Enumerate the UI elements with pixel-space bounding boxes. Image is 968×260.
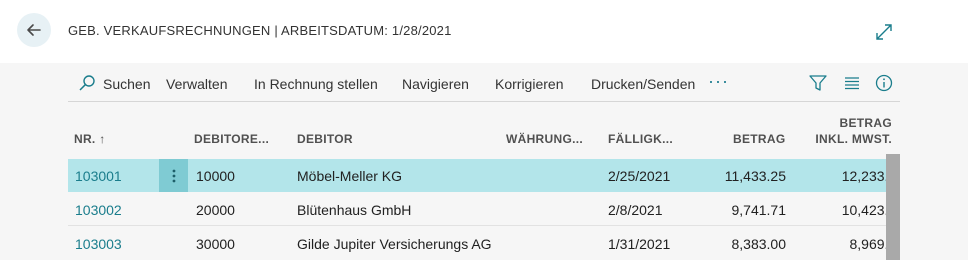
- list-view-icon[interactable]: [842, 73, 862, 93]
- invoice-menu[interactable]: In Rechnung stellen: [254, 76, 378, 92]
- info-icon[interactable]: [874, 73, 894, 93]
- column-amount[interactable]: BETRAG: [733, 132, 785, 146]
- amount-incl-vat-cell: 8,969.81: [849, 236, 887, 252]
- column-customer[interactable]: DEBITOR: [297, 132, 353, 146]
- search-icon[interactable]: [78, 74, 96, 92]
- correct-menu[interactable]: Korrigieren: [495, 76, 563, 92]
- customer-name-cell: Gilde Jupiter Versicherungs AG: [297, 236, 492, 252]
- column-currency[interactable]: WÄHRUNG...: [506, 132, 583, 146]
- page-header: GEB. VERKAUFSRECHNUNGEN | ARBEITSDATUM: …: [0, 0, 968, 63]
- sort-ascending-icon: ↑: [99, 132, 106, 146]
- filter-icon[interactable]: [808, 73, 828, 93]
- customer-no-cell: 20000: [196, 202, 235, 218]
- search-button[interactable]: Suchen: [103, 76, 150, 92]
- table-row[interactable]: 103001 10000 Möbel-Meller KG 2/25/2021 1…: [68, 159, 900, 192]
- column-amount-incl-vat[interactable]: BETRAG INKL. MWST.: [800, 115, 892, 149]
- invoice-no-link[interactable]: 103003: [75, 236, 122, 252]
- customer-name-cell: Blütenhaus GmbH: [297, 202, 412, 218]
- print-send-menu[interactable]: Drucken/Senden: [591, 76, 695, 92]
- column-due-date[interactable]: FÄLLIGK...: [608, 132, 673, 146]
- column-customer-no[interactable]: DEBITORE...: [194, 132, 269, 146]
- column-no[interactable]: NR. ↑: [74, 132, 106, 146]
- navigate-menu[interactable]: Navigieren: [402, 76, 469, 92]
- manage-menu[interactable]: Verwalten: [166, 76, 227, 92]
- invoice-no-link[interactable]: 103002: [75, 202, 122, 218]
- customer-no-cell: 10000: [196, 168, 235, 184]
- amount-incl-vat-cell: 12,233.58: [841, 168, 886, 184]
- due-date-cell: 1/31/2021: [608, 236, 671, 252]
- list-content: Suchen Verwalten In Rechnung stellen Nav…: [0, 63, 968, 260]
- vertical-dots-icon: [172, 169, 175, 182]
- back-button[interactable]: [17, 13, 51, 47]
- page-title: GEB. VERKAUFSRECHNUNGEN | ARBEITSDATUM: …: [68, 23, 452, 38]
- amount-cell: 11,433.25: [724, 168, 786, 184]
- customer-name-cell: Möbel-Meller KG: [297, 168, 403, 184]
- customer-no-cell: 30000: [196, 236, 235, 252]
- expand-icon: [876, 24, 892, 40]
- amount-cell: 9,741.71: [731, 202, 787, 218]
- arrow-left-icon: [27, 24, 41, 36]
- due-date-cell: 2/25/2021: [608, 168, 671, 184]
- invoice-no-link[interactable]: 103001: [75, 168, 122, 184]
- table-row[interactable]: 103003 30000 Gilde Jupiter Versicherungs…: [68, 227, 900, 260]
- more-options-button[interactable]: ···: [708, 71, 729, 92]
- row-actions-button[interactable]: [159, 159, 188, 192]
- action-bar: Suchen Verwalten In Rechnung stellen Nav…: [68, 63, 900, 102]
- vertical-scrollbar[interactable]: [886, 154, 900, 260]
- expand-button[interactable]: [874, 22, 894, 42]
- table-row[interactable]: 103002 20000 Blütenhaus GmbH 2/8/2021 9,…: [68, 193, 900, 226]
- row-divider: [68, 225, 900, 226]
- amount-incl-vat-cell: 10,423.63: [841, 202, 886, 218]
- due-date-cell: 2/8/2021: [608, 202, 663, 218]
- amount-cell: 8,383.00: [731, 236, 787, 252]
